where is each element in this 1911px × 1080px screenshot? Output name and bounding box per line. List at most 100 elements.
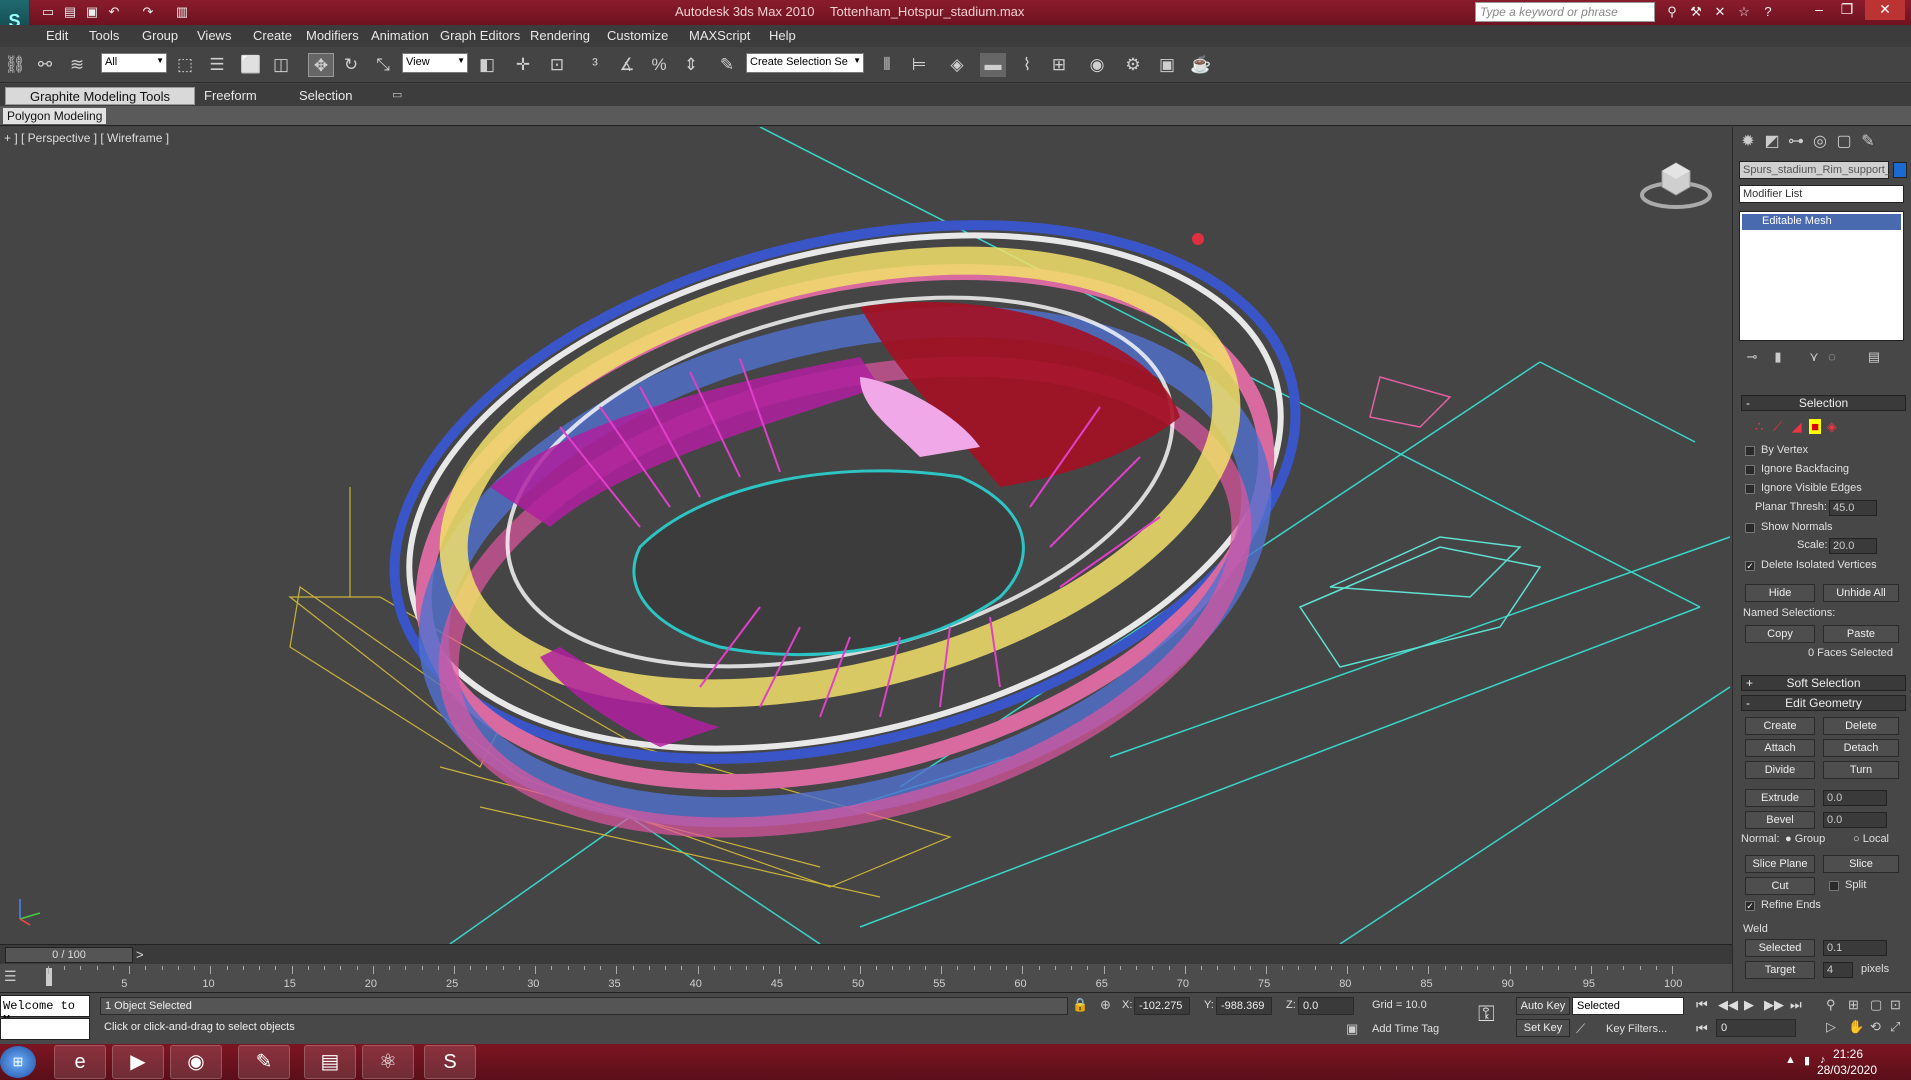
paint-icon[interactable]: ✎ (238, 1045, 290, 1079)
viewport-label[interactable]: + ] [ Perspective ] [ Wireframe ] (4, 131, 169, 145)
bind-spacewarp-icon[interactable]: ≋ (64, 53, 90, 77)
scale-spinner[interactable]: 20.0 (1829, 538, 1877, 554)
show-normals-checkbox[interactable] (1745, 523, 1755, 533)
keyword-search-input[interactable]: Type a keyword or phrase (1475, 2, 1655, 22)
paste-button[interactable]: Paste (1823, 625, 1899, 643)
divide-button[interactable]: Divide (1745, 761, 1815, 779)
subobject-level-icons[interactable]: ∴ ⟋ ◢ ■ ◈ (1755, 419, 1865, 437)
menu-views[interactable]: Views (197, 28, 231, 43)
menu-help[interactable]: Help (769, 28, 796, 43)
menu-tools[interactable]: Tools (89, 28, 119, 43)
ribbon-options-icon[interactable]: ▭ (392, 88, 402, 101)
split-checkbox[interactable] (1829, 881, 1839, 891)
menu-group[interactable]: Group (142, 28, 178, 43)
weld-selected-button[interactable]: Selected (1745, 939, 1815, 957)
hide-button[interactable]: Hide (1745, 584, 1815, 602)
element-icon[interactable]: ◈ (1827, 419, 1837, 434)
key-mode-toggle-icon[interactable]: ⏮ (1696, 1021, 1708, 1037)
lock-icon[interactable]: 🔒 (1072, 997, 1088, 1013)
render-setup-icon[interactable]: ⚙ (1120, 53, 1146, 77)
unhide-all-button[interactable]: Unhide All (1823, 584, 1899, 602)
edit-geometry-rollout[interactable]: - Edit Geometry (1741, 695, 1906, 711)
menu-customize[interactable]: Customize (607, 28, 668, 43)
clock-time[interactable]: 21:26 (1833, 1047, 1863, 1061)
percent-snap-icon[interactable]: % (646, 53, 672, 77)
align-icon[interactable]: ⊨ (906, 53, 932, 77)
select-scale-icon[interactable]: ⤡ (370, 53, 396, 77)
modify-panel-icon[interactable]: ◩ (1761, 131, 1783, 153)
copy-button[interactable]: Copy (1745, 625, 1815, 643)
zoom-extents-icon[interactable]: ▢ (1870, 997, 1882, 1013)
object-name-field[interactable]: Spurs_stadium_Rim_support_ (1739, 161, 1891, 179)
edge-icon[interactable]: ⟋ (1773, 419, 1782, 434)
bevel-spinner[interactable]: 0.0 (1823, 812, 1887, 828)
graphite-toggle-icon[interactable]: ▬ (980, 53, 1006, 77)
ignore-backfacing-checkbox[interactable] (1745, 465, 1755, 475)
select-move-icon[interactable]: ✥ (308, 53, 334, 77)
motion-panel-icon[interactable]: ◎ (1809, 131, 1831, 153)
menu-animation[interactable]: Animation (371, 28, 429, 43)
weld-target-button[interactable]: Target (1745, 961, 1815, 979)
selection-rollout[interactable]: - Selection (1741, 395, 1906, 411)
tray-arrow-icon[interactable]: ▲ (1785, 1054, 1796, 1066)
x-coord-field[interactable]: -102.275 (1134, 997, 1190, 1015)
key-mode-dropdown[interactable]: Selected (1572, 997, 1684, 1015)
link-icon[interactable]: ⛓ (2, 53, 28, 77)
extrude-button[interactable]: Extrude (1745, 789, 1815, 807)
pin-stack-icon[interactable]: ⊸ (1741, 349, 1763, 371)
create-panel-icon[interactable]: ✹ (1737, 131, 1759, 153)
rect-region-icon[interactable]: ⬜ (238, 53, 264, 77)
go-to-start-icon[interactable]: ⏮ (1696, 997, 1708, 1013)
minimize-icon[interactable]: – (1805, 0, 1833, 20)
clock-date[interactable]: 28/03/2020 (1817, 1063, 1877, 1077)
menu-rendering[interactable]: Rendering (530, 28, 590, 43)
mirror-icon[interactable]: ⫴ (874, 53, 900, 77)
tab-graphite-modeling-tools[interactable]: Graphite Modeling Tools (5, 87, 195, 105)
add-time-tag-button[interactable]: Add Time Tag (1372, 1023, 1439, 1035)
object-color-swatch[interactable] (1893, 162, 1907, 178)
weld-target-spinner[interactable]: 4 (1823, 962, 1853, 978)
angle-snap-icon[interactable]: ∡ (614, 53, 640, 77)
fov-icon[interactable]: ▷ (1826, 1019, 1836, 1035)
app-icon[interactable]: ⚛ (362, 1045, 414, 1079)
maxscript-listener[interactable]: Welcome to M (0, 995, 90, 1027)
help-icon[interactable]: ? (1758, 3, 1778, 21)
orbit-icon[interactable]: ⟲ (1870, 1019, 1881, 1035)
3dsmax-icon[interactable]: S (424, 1045, 476, 1079)
tab-freeform[interactable]: Freeform (180, 87, 281, 105)
zoom-extents-all-icon[interactable]: ⊡ (1890, 997, 1901, 1013)
attach-button[interactable]: Attach (1745, 739, 1815, 757)
render-teapot-icon[interactable]: ☕ (1188, 53, 1214, 77)
delete-isolated-checkbox[interactable]: ✓ (1745, 561, 1755, 571)
ie-icon[interactable]: e (54, 1045, 106, 1079)
cut-button[interactable]: Cut (1745, 877, 1815, 895)
pan-icon[interactable]: ✋ (1848, 1019, 1864, 1035)
y-coord-field[interactable]: -988.369 (1216, 997, 1272, 1015)
subscription-icon[interactable]: ⚒ (1686, 3, 1706, 21)
z-coord-field[interactable]: 0.0 (1298, 997, 1354, 1015)
turn-button[interactable]: Turn (1823, 761, 1899, 779)
close-icon[interactable]: ✕ (1865, 0, 1905, 20)
menu-graph-editors[interactable]: Graph Editors (440, 28, 520, 43)
slice-button[interactable]: Slice (1823, 855, 1899, 873)
save-icon[interactable]: ▣ (82, 3, 102, 21)
modifier-list-dropdown[interactable]: Modifier List (1739, 185, 1904, 203)
remove-modifier-icon[interactable]: ◌ (1821, 349, 1843, 371)
undo-icon[interactable]: ↶ (104, 3, 124, 21)
time-slider[interactable]: 0 / 100 (5, 947, 133, 963)
delete-button[interactable]: Delete (1823, 717, 1899, 735)
render-frame-icon[interactable]: ▣ (1154, 53, 1180, 77)
set-key-button[interactable]: Set Key (1516, 1019, 1570, 1037)
chrome-icon[interactable]: ◉ (170, 1045, 222, 1079)
explorer-icon[interactable]: ▤ (304, 1045, 356, 1079)
communication-icon[interactable]: ✕ (1710, 3, 1730, 21)
face-icon[interactable]: ◢ (1792, 419, 1802, 434)
next-frame-icon[interactable]: ▶▶ (1764, 997, 1784, 1013)
time-tag-icon[interactable]: ▣ (1346, 1021, 1358, 1037)
local-radio[interactable]: ○ Local (1853, 833, 1889, 845)
utilities-panel-icon[interactable]: ✎ (1857, 131, 1879, 153)
pivot-icon[interactable]: ◧ (474, 53, 500, 77)
set-key-icon[interactable]: ⚿ (1478, 1001, 1495, 1027)
stack-item-editable-mesh[interactable]: Editable Mesh (1742, 214, 1901, 230)
manipulate-icon[interactable]: ✛ (510, 53, 536, 77)
